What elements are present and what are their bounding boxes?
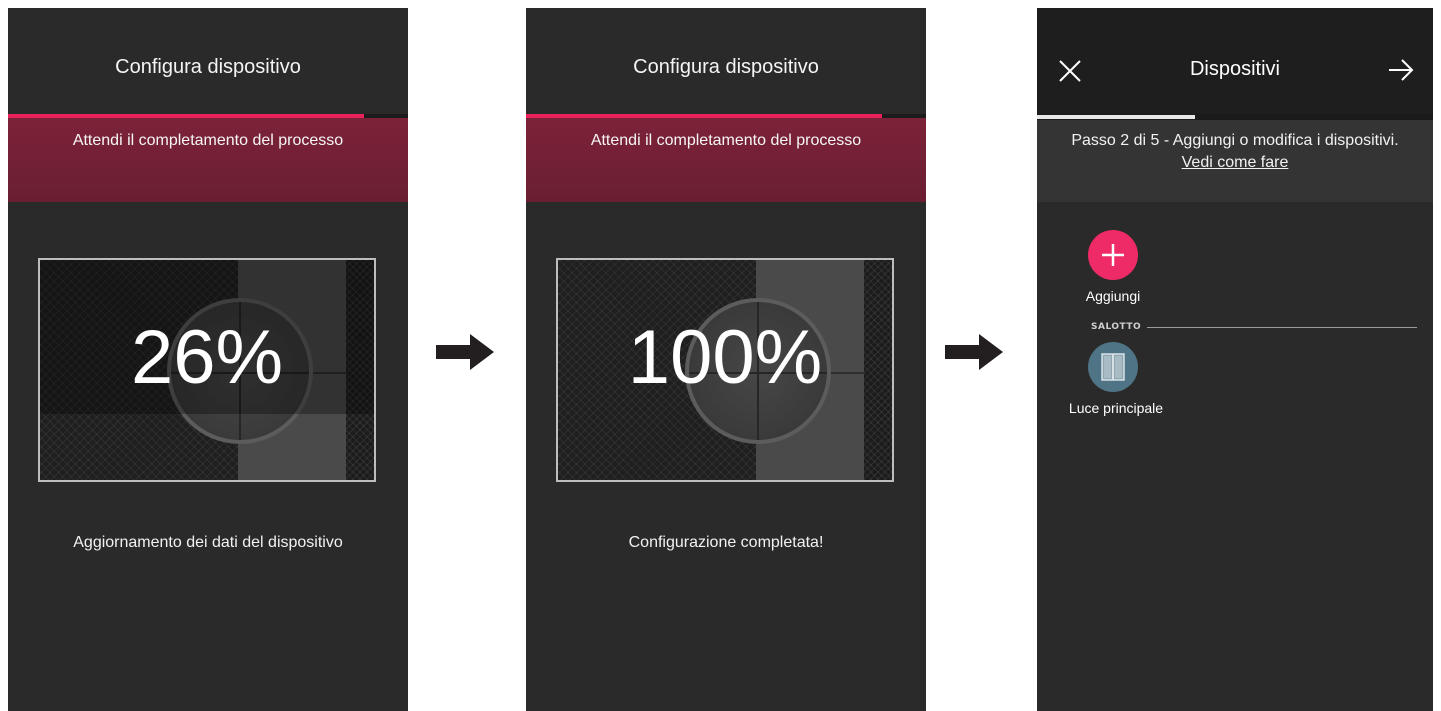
device-label[interactable]: Luce principale	[1051, 400, 1181, 416]
status-text: Aggiornamento dei dati del dispositivo	[73, 534, 343, 551]
progress-percent: 100%	[627, 315, 823, 400]
screen-title: Dispositivi	[1189, 58, 1281, 80]
arrow-right-icon	[945, 334, 1003, 370]
arrow-right-icon[interactable]	[1387, 56, 1415, 84]
device-image: 100%	[556, 258, 894, 482]
config-screen-complete: Configura dispositivo Attendi il complet…	[526, 8, 926, 711]
section-divider	[1147, 327, 1417, 328]
plus-icon	[1102, 244, 1124, 266]
step-text: Passo 2 di 5 - Aggiungi o modifica i dis…	[1071, 132, 1399, 149]
help-link[interactable]: Vedi come fare	[1037, 154, 1433, 172]
status-banner	[8, 118, 408, 202]
config-screen-progress: Configura dispositivo Attendi il complet…	[8, 8, 408, 711]
devices-screen: Dispositivi Passo 2 di 5 - Aggiungi o mo…	[1037, 8, 1433, 711]
room-section-label: SALOTTO	[1091, 322, 1142, 332]
arrow-right-icon	[436, 334, 494, 370]
status-text: Configurazione completata!	[628, 534, 824, 551]
add-device-button[interactable]	[1088, 230, 1138, 280]
screen-title: Configura dispositivo	[633, 56, 819, 78]
banner-text: Attendi il completamento del processo	[590, 132, 862, 149]
door-icon	[1101, 353, 1125, 381]
status-banner	[526, 118, 926, 202]
banner-text: Attendi il completamento del processo	[72, 132, 344, 149]
step-progress-fill	[1037, 115, 1196, 119]
screen-title: Configura dispositivo	[115, 56, 301, 78]
device-image: 26%	[38, 258, 376, 482]
progress-percent: 26%	[130, 315, 284, 400]
device-button[interactable]	[1088, 342, 1138, 392]
add-device-label[interactable]: Aggiungi	[1073, 288, 1153, 304]
